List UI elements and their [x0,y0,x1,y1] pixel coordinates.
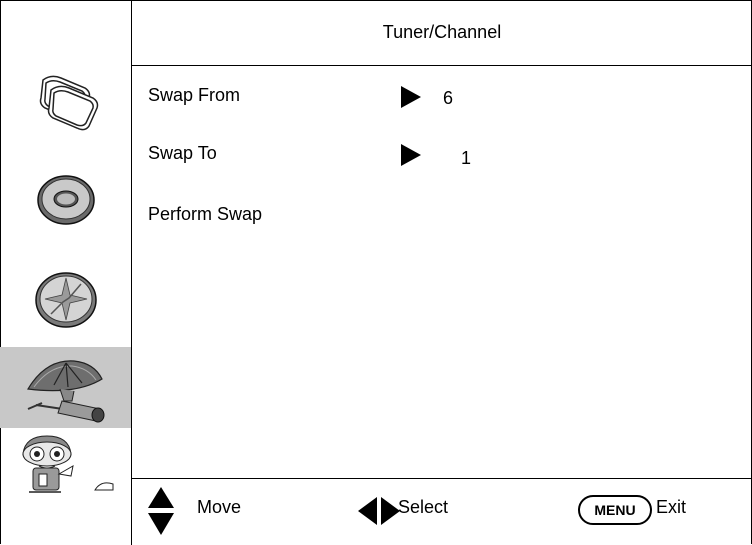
picture-icon [39,75,98,131]
menu-key-badge: MENU [578,495,652,525]
left-right-arrow-icon [358,497,400,525]
sidebar-item-disc[interactable] [0,160,131,240]
page-title: Tuner/Channel [382,22,502,42]
swap-from-arrow-icon[interactable] [401,86,421,108]
perform-swap-button[interactable]: Perform Swap [148,204,262,225]
title-divider [131,65,752,66]
exit-label: Exit [656,497,687,517]
compass-icon [34,272,97,328]
sidebar-divider [131,0,132,545]
swap-from-label[interactable]: Swap From [148,85,240,106]
sidebar-item-compass[interactable] [0,260,131,340]
sidebar-item-satellite[interactable] [0,347,131,428]
satellite-dish-icon [26,359,104,422]
sidebar-item-picture[interactable] [0,62,131,140]
footer-divider [131,478,752,479]
swap-to-value: 1 [461,148,472,168]
disc-icon [36,175,95,225]
swap-from-value: 6 [443,88,454,108]
select-label: Select [398,497,449,517]
swap-to-label[interactable]: Swap To [148,143,217,164]
move-label: Move [197,497,242,517]
up-down-arrow-icon [148,487,174,535]
character-icon [21,435,113,493]
sidebar-item-character[interactable] [0,432,131,500]
swap-to-arrow-icon[interactable] [401,144,421,166]
